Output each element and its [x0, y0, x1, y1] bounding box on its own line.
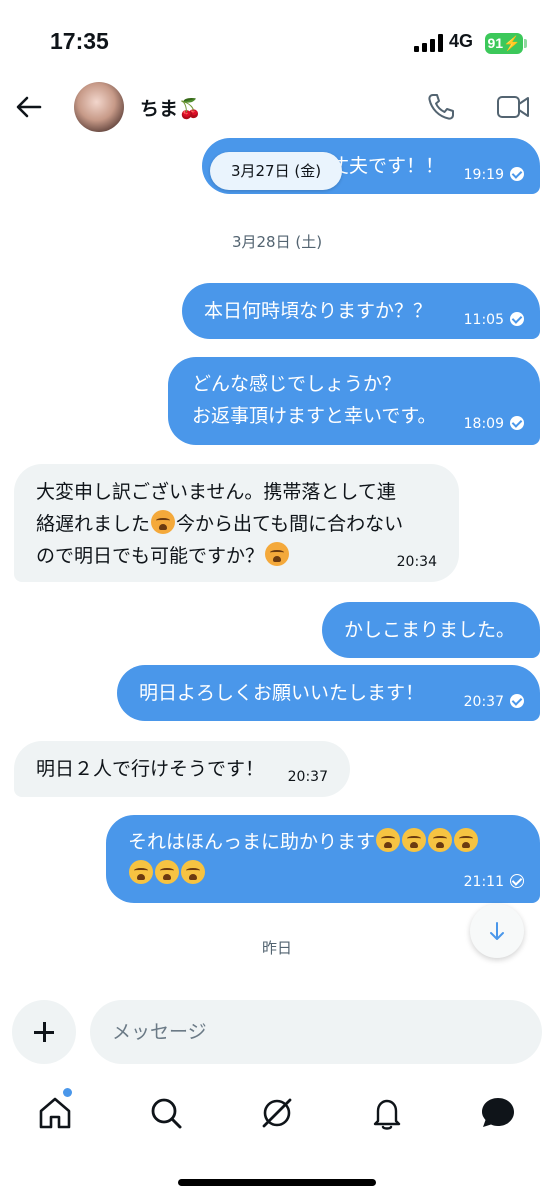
message-text: [128, 858, 206, 890]
crying-cat-emoji-icon: [265, 542, 290, 566]
message-meta: 20:37: [464, 694, 524, 710]
read-check-icon: [510, 167, 524, 181]
message-text: 明日２人で行けそうです！: [36, 758, 265, 780]
loudly-crying-emoji-icon: [428, 828, 453, 852]
message-meta: 11:05: [464, 312, 524, 328]
add-attachment-button[interactable]: [12, 1000, 76, 1064]
message-time: 19:19: [463, 167, 504, 183]
message-text: 明日よろしくお願いいたします！: [139, 682, 425, 704]
message-text-part: ので明日でも可能ですか？: [36, 545, 265, 567]
message-text: 本日何時頃なりますか？？: [204, 300, 433, 322]
message-bubble[interactable]: 明日２人で行けそうです！ 20:37: [14, 741, 350, 797]
message-text: 大変申し訳ございません。携帯落として連: [36, 481, 396, 503]
read-check-icon: [510, 694, 524, 708]
sent-check-icon: [510, 874, 524, 888]
message-text-part: 絡遅れました: [36, 513, 151, 535]
bell-icon[interactable]: [368, 1094, 406, 1132]
loudly-crying-emoji-icon: [454, 828, 479, 852]
message-text-part: それはほんっまに助かります: [128, 831, 376, 853]
message-time: 11:05: [463, 312, 504, 328]
loudly-crying-emoji-icon: [129, 860, 153, 884]
message-bubble[interactable]: 本日何時頃なりますか？？ 11:05: [182, 283, 540, 339]
messages-icon[interactable]: [479, 1094, 517, 1132]
crying-cat-emoji-icon: [151, 510, 176, 534]
date-separator: 3月28日 (土): [231, 233, 323, 251]
message-text-part: 今から出ても間に合わない: [176, 513, 404, 535]
message-time: 18:09: [463, 416, 504, 432]
message-text: どんな感じでしょうか？: [192, 373, 402, 395]
home-indicator: [178, 1179, 376, 1186]
arrow-down-icon: [490, 922, 504, 940]
grok-icon[interactable]: [258, 1094, 296, 1132]
message-text: ので明日でも可能ですか？: [36, 540, 290, 572]
home-notification-dot: [63, 1088, 72, 1097]
message-bubble[interactable]: 大変申し訳ございません。携帯落として連 絡遅れました 今から出ても間に合わない の…: [14, 464, 459, 582]
message-bubble[interactable]: それはほんっまに助かります 21:11: [106, 815, 540, 903]
home-icon[interactable]: [36, 1094, 74, 1132]
message-time: 21:11: [463, 874, 504, 890]
loudly-crying-emoji-icon: [181, 860, 205, 884]
loudly-crying-emoji-icon: [376, 828, 401, 852]
message-meta: 18:09: [464, 416, 524, 432]
message-text: 丈夫です！！: [330, 155, 445, 177]
message-time: 20:34: [396, 554, 437, 570]
message-bubble[interactable]: かしこまりました。: [322, 602, 540, 658]
floating-date-pill: 3月27日 (金): [210, 152, 342, 190]
message-input[interactable]: [90, 1000, 542, 1064]
loudly-crying-emoji-icon: [155, 860, 179, 884]
message-text: お返事頂けますと幸いです。: [192, 405, 437, 427]
message-bubble[interactable]: どんな感じでしょうか？ お返事頂けますと幸いです。 18:09: [168, 357, 540, 445]
search-icon[interactable]: [147, 1094, 185, 1132]
message-meta: 19:19: [464, 167, 524, 183]
message-bubble[interactable]: 明日よろしくお願いいたします！ 20:37: [117, 665, 540, 721]
date-separator: 昨日: [261, 939, 292, 957]
message-time: 20:37: [463, 694, 504, 710]
read-check-icon: [510, 416, 524, 430]
message-text: それはほんっまに助かります: [128, 826, 479, 858]
message-text: 絡遅れました 今から出ても間に合わない: [36, 508, 403, 540]
tab-bar: [0, 1080, 554, 1150]
loudly-crying-emoji-icon: [402, 828, 427, 852]
scroll-to-bottom-button[interactable]: [470, 904, 524, 958]
message-time: 20:37: [287, 769, 328, 785]
message-meta: 21:11: [464, 874, 524, 890]
message-text: かしこまりました。: [344, 619, 516, 641]
read-check-icon: [510, 312, 524, 326]
